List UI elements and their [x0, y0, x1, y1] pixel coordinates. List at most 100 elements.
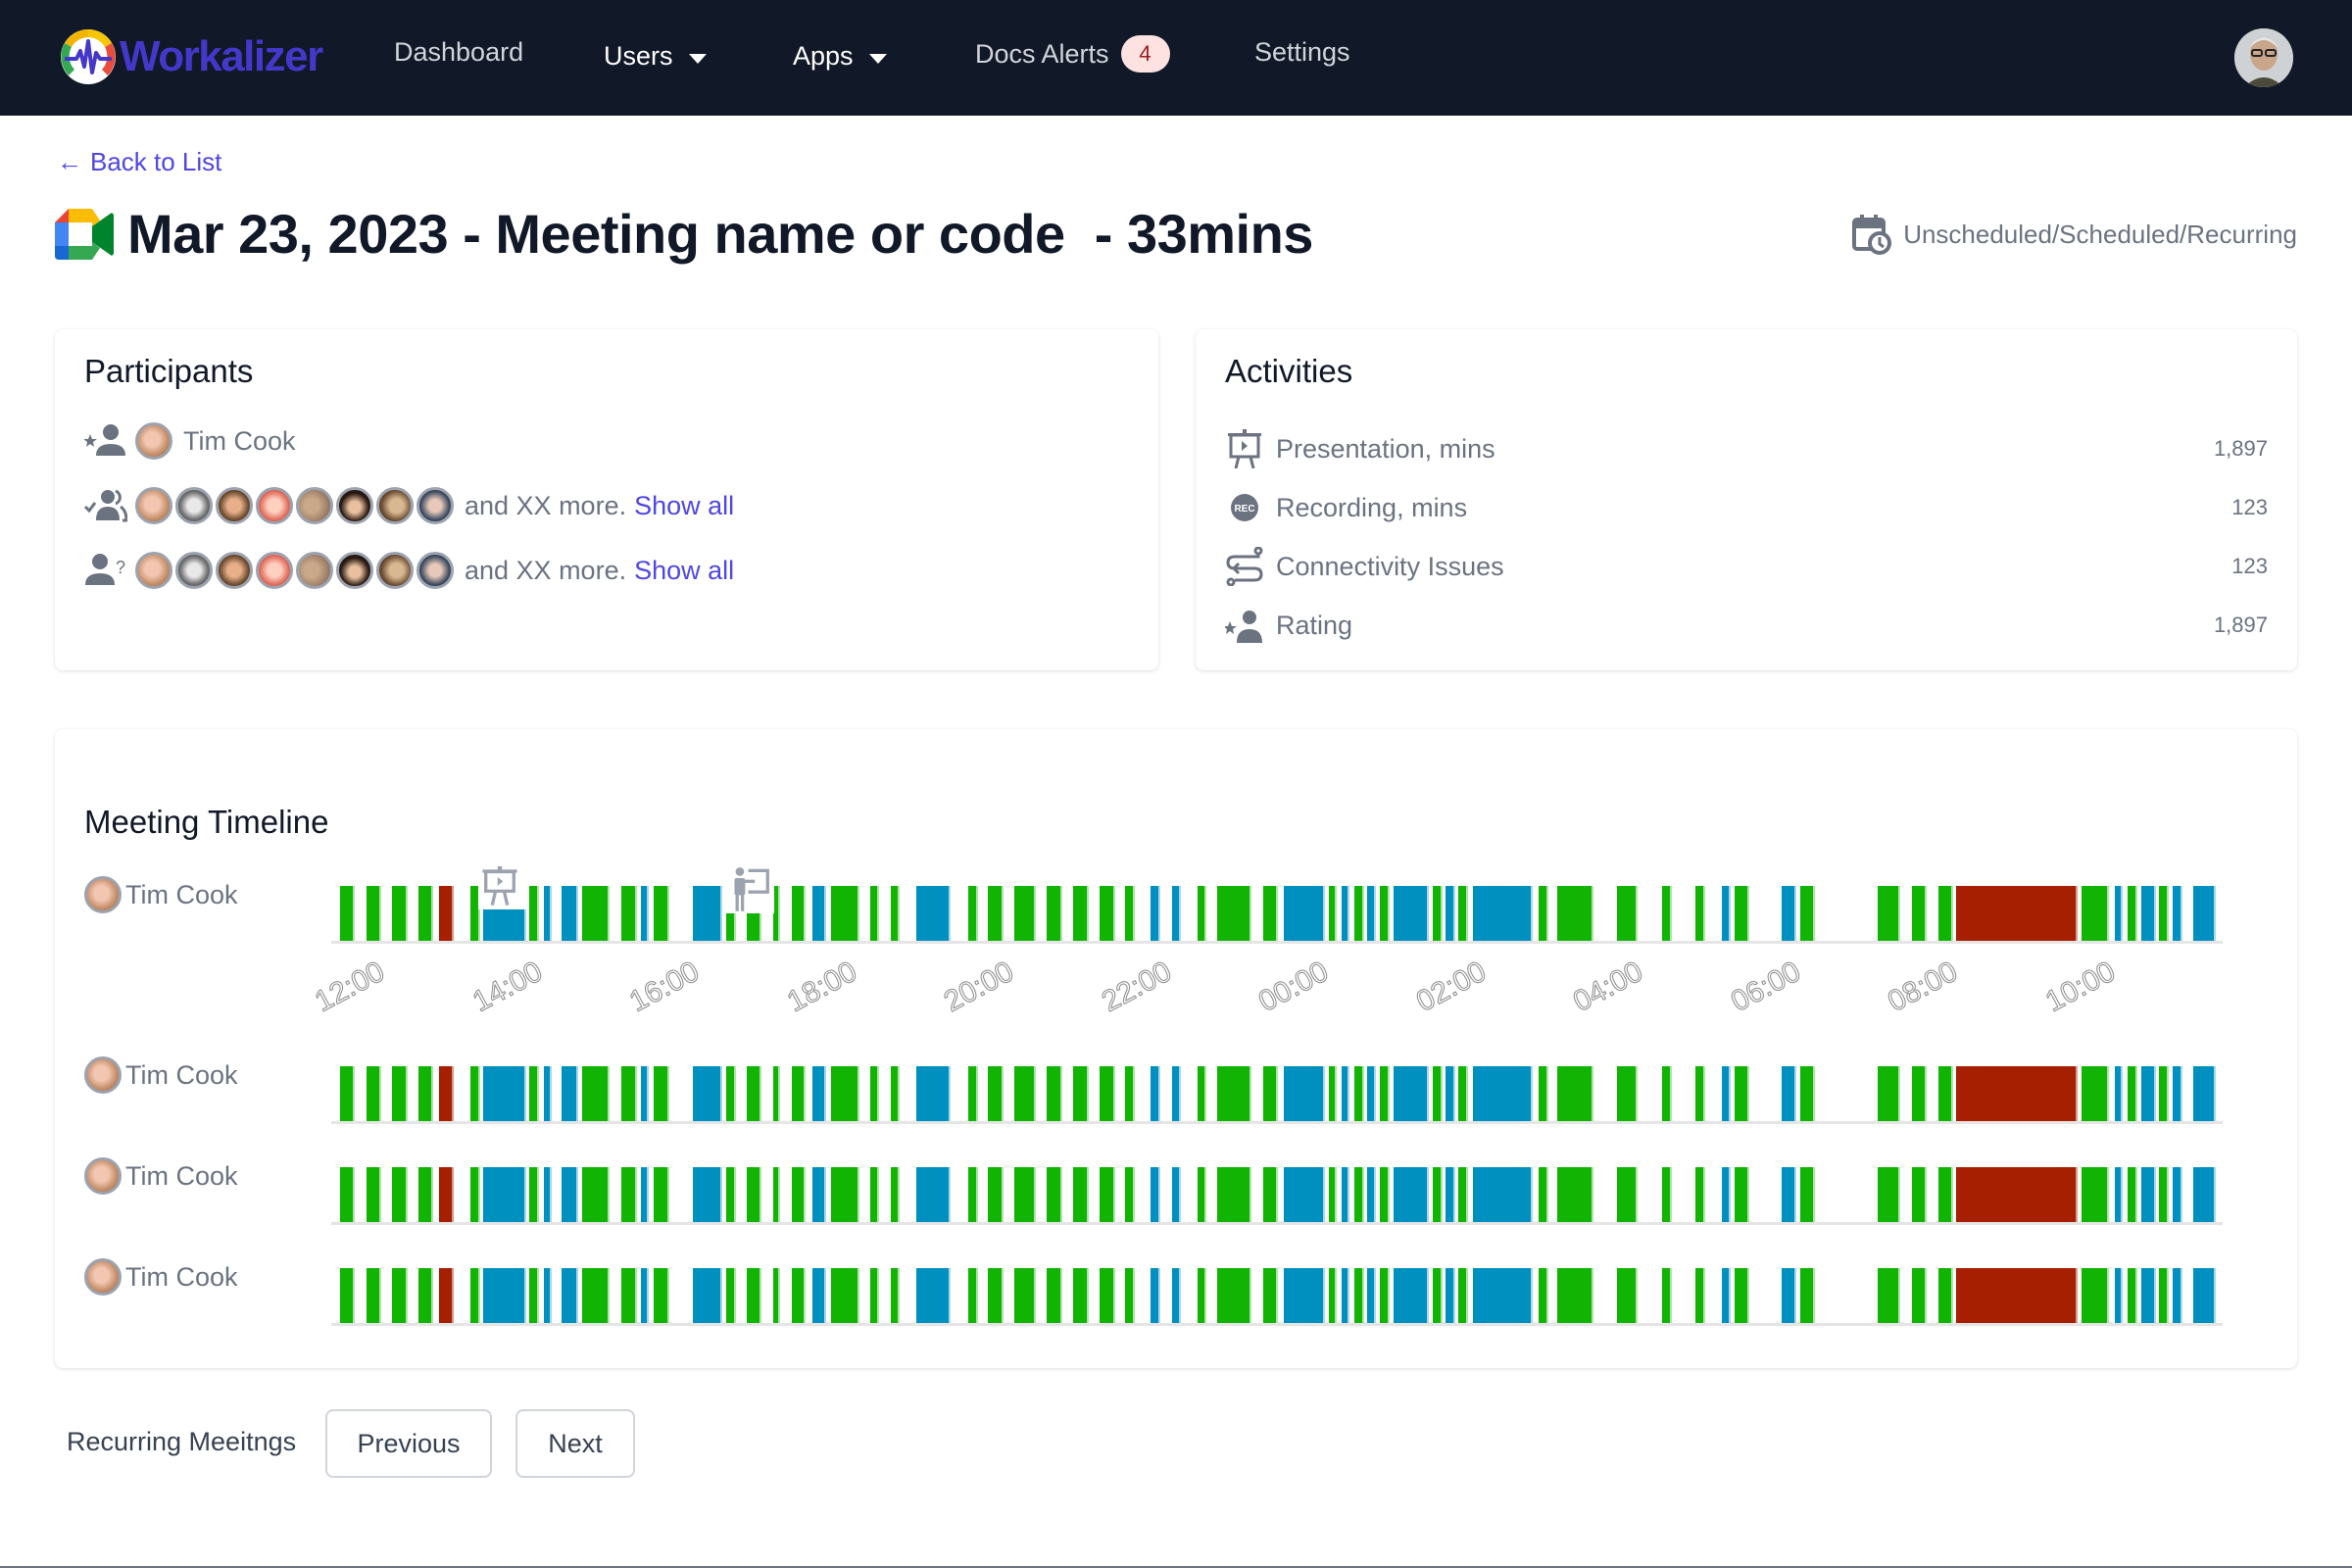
timeline-segment-blue[interactable] [1782, 1167, 1794, 1222]
timeline-segment-green[interactable] [1125, 1268, 1133, 1323]
timeline-segment-green[interactable] [891, 1066, 898, 1121]
timeline-segment-green[interactable] [1695, 1066, 1703, 1121]
timeline-segment-blue[interactable] [641, 1268, 647, 1323]
timeline-segment-green[interactable] [1938, 1268, 1951, 1323]
timeline-segment-green[interactable] [747, 1268, 760, 1323]
timeline-segment-green[interactable] [1662, 886, 1670, 941]
timeline-segment-green[interactable] [1354, 886, 1362, 941]
timeline-segment-green[interactable] [529, 1066, 537, 1121]
timeline-segment-green[interactable] [792, 1167, 804, 1222]
timeline-segment-green[interactable] [968, 1268, 976, 1323]
timeline-segment-blue[interactable] [812, 1167, 824, 1222]
timeline-segment-green[interactable] [1198, 1167, 1204, 1222]
timeline-segment-red[interactable] [439, 1066, 452, 1121]
timeline-segment-green[interactable] [988, 1268, 1002, 1323]
timeline-segment-green[interactable] [1735, 886, 1747, 941]
timeline-segment-blue[interactable] [1151, 886, 1158, 941]
timeline-segment-green[interactable] [1735, 1167, 1747, 1222]
participant-avatar[interactable] [84, 876, 122, 913]
timeline-segment-green[interactable] [1458, 1268, 1466, 1323]
timeline-segment-red[interactable] [1956, 1268, 2076, 1323]
timeline-segment-blue[interactable] [1722, 1268, 1729, 1323]
timeline-segment-blue[interactable] [544, 1066, 550, 1121]
next-button[interactable]: Next [515, 1409, 635, 1478]
timeline-segment-blue[interactable] [1473, 886, 1531, 941]
timeline-segment-blue[interactable] [1342, 886, 1348, 941]
timeline-segment-green[interactable] [582, 1167, 608, 1222]
timeline-segment-blue[interactable] [1473, 1167, 1531, 1222]
timeline-segment-blue[interactable] [1367, 1066, 1374, 1121]
timeline-segment-green[interactable] [2128, 886, 2135, 941]
timeline-segment-blue[interactable] [812, 1066, 824, 1121]
timeline-segment-blue[interactable] [1284, 886, 1323, 941]
timeline-segment-green[interactable] [1539, 886, 1546, 941]
timeline-segment-green[interactable] [2082, 886, 2107, 941]
timeline-segment-green[interactable] [1617, 1066, 1636, 1121]
presenter-marker[interactable] [731, 866, 774, 913]
timeline-segment-green[interactable] [1539, 1167, 1546, 1222]
timeline-segment-green[interactable] [418, 1066, 431, 1121]
timeline-segment-blue[interactable] [2141, 1167, 2154, 1222]
timeline-segment-green[interactable] [470, 1066, 478, 1121]
nav-users[interactable]: Users [604, 41, 707, 72]
participant-avatar[interactable] [216, 487, 253, 524]
timeline-segment-green[interactable] [1433, 1268, 1441, 1323]
timeline-segment-green[interactable] [1878, 886, 1898, 941]
timeline-segment-green[interactable] [529, 886, 537, 941]
timeline-segment-green[interactable] [392, 1167, 406, 1222]
participant-avatar[interactable] [416, 487, 454, 524]
participant-avatar[interactable] [175, 552, 213, 589]
timeline-segment-green[interactable] [1938, 1167, 1951, 1222]
participant-avatar[interactable] [376, 487, 414, 524]
timeline-segment-green[interactable] [582, 1066, 608, 1121]
participant-avatar[interactable] [256, 552, 293, 589]
timeline-segment-green[interactable] [1912, 1268, 1925, 1323]
timeline-segment-blue[interactable] [483, 909, 524, 941]
timeline-segment-green[interactable] [1800, 1066, 1813, 1121]
timeline-segment-green[interactable] [1354, 1268, 1362, 1323]
timeline-segment-green[interactable] [340, 886, 353, 941]
timeline-segment-green[interactable] [968, 886, 976, 941]
participant-avatar[interactable] [256, 487, 293, 524]
timeline-segment-green[interactable] [1800, 1167, 1813, 1222]
timeline-segment-green[interactable] [2159, 1268, 2167, 1323]
timeline-segment-green[interactable] [470, 1268, 478, 1323]
timeline-segment-green[interactable] [1217, 1066, 1250, 1121]
timeline-segment-green[interactable] [1047, 886, 1060, 941]
timeline-segment-green[interactable] [1938, 1066, 1951, 1121]
participant-avatar[interactable] [336, 552, 373, 589]
timeline-segment-green[interactable] [1458, 886, 1466, 941]
timeline-segment-green[interactable] [831, 1268, 858, 1323]
timeline-segment-green[interactable] [1329, 1066, 1335, 1121]
timeline-segment-green[interactable] [773, 1167, 778, 1222]
timeline-segment-green[interactable] [392, 1066, 406, 1121]
participant-avatar[interactable] [336, 487, 373, 524]
timeline-segment-green[interactable] [870, 1066, 877, 1121]
timeline-segment-blue[interactable] [1782, 1066, 1794, 1121]
timeline-segment-blue[interactable] [1367, 1268, 1374, 1323]
timeline-track[interactable] [331, 1066, 2223, 1124]
timeline-segment-blue[interactable] [916, 1066, 949, 1121]
timeline-segment-green[interactable] [1557, 1268, 1592, 1323]
timeline-segment-green[interactable] [2128, 1268, 2135, 1323]
timeline-segment-green[interactable] [1329, 1268, 1335, 1323]
timeline-segment-blue[interactable] [1446, 1268, 1453, 1323]
timeline-segment-blue[interactable] [1782, 886, 1794, 941]
timeline-segment-green[interactable] [968, 1066, 976, 1121]
timeline-segment-green[interactable] [1912, 886, 1925, 941]
timeline-segment-green[interactable] [1878, 1066, 1898, 1121]
timeline-segment-red[interactable] [1956, 1066, 2076, 1121]
timeline-segment-blue[interactable] [1284, 1066, 1323, 1121]
timeline-segment-green[interactable] [470, 1167, 478, 1222]
timeline-segment-green[interactable] [470, 886, 478, 941]
timeline-segment-green[interactable] [1662, 1268, 1670, 1323]
timeline-segment-blue[interactable] [1172, 886, 1179, 941]
timeline-segment-green[interactable] [1617, 886, 1636, 941]
timeline-segment-blue[interactable] [2193, 1167, 2214, 1222]
timeline-segment-green[interactable] [1938, 886, 1951, 941]
timeline-segment-blue[interactable] [2141, 1268, 2154, 1323]
timeline-segment-green[interactable] [2128, 1167, 2135, 1222]
timeline-segment-green[interactable] [1047, 1066, 1060, 1121]
timeline-segment-green[interactable] [891, 886, 898, 941]
timeline-segment-blue[interactable] [1172, 1066, 1179, 1121]
